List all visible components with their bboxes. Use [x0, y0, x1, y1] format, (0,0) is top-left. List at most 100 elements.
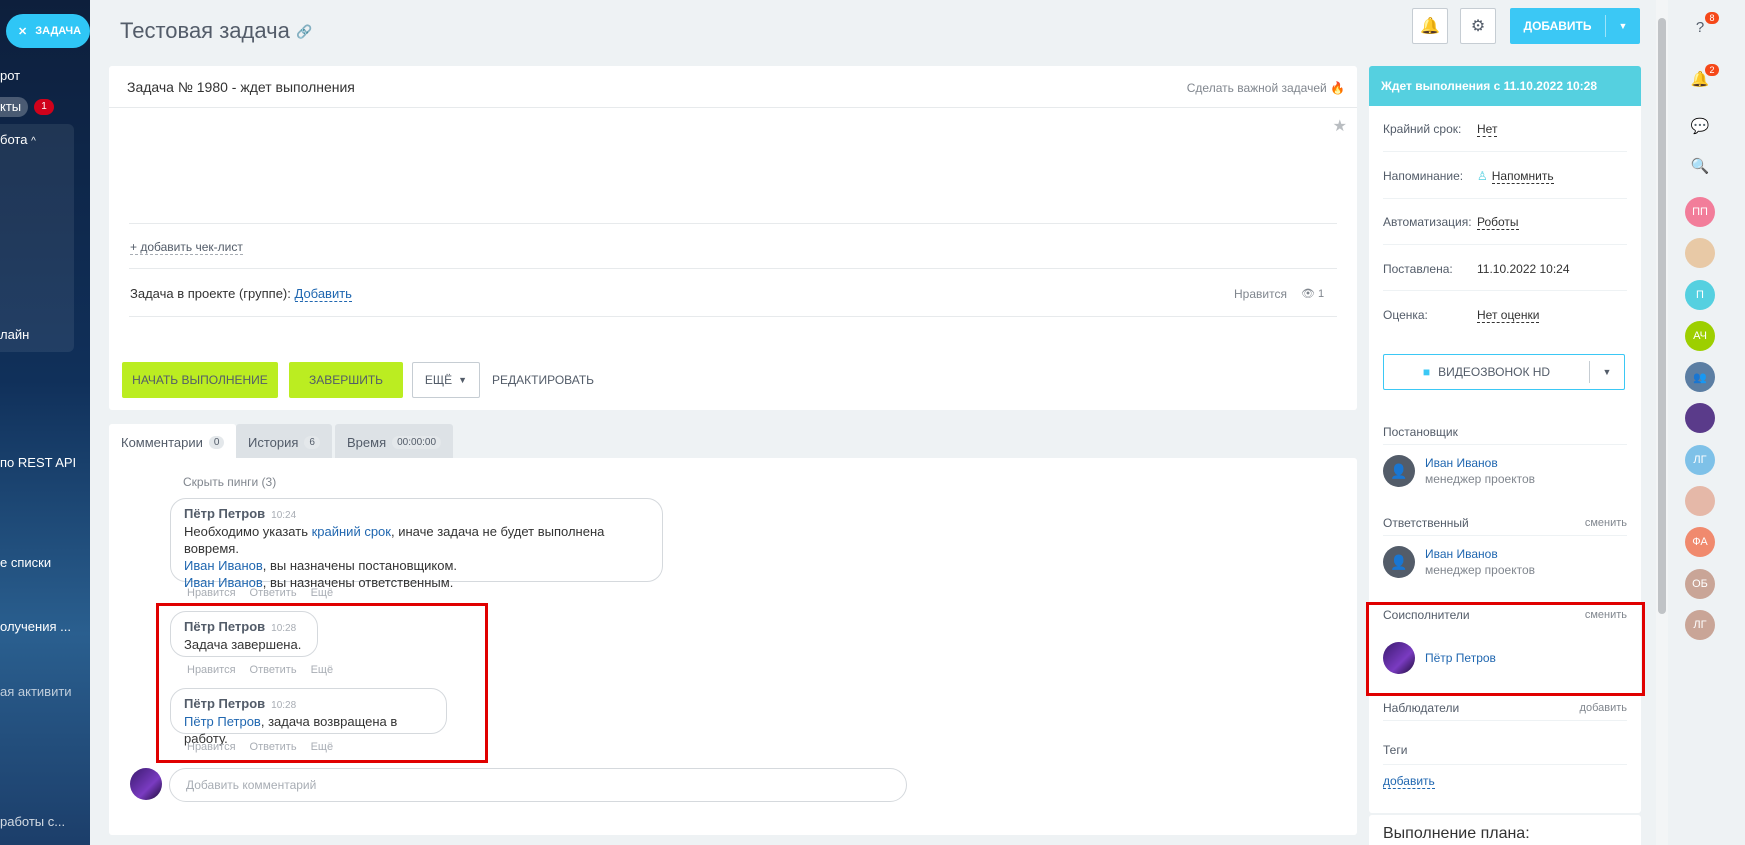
automation-row: Автоматизация: Роботы — [1383, 215, 1519, 230]
project-row: Задача в проекте (группе): Добавить — [130, 286, 352, 302]
flame-icon: 🔥 — [1330, 81, 1345, 95]
comment-author[interactable]: Пётр Петров — [184, 506, 265, 521]
sidebar-item[interactable]: кты — [0, 99, 21, 114]
rail-avatar[interactable] — [1685, 238, 1715, 268]
creator-title: Постановщик — [1383, 425, 1458, 439]
comment-reply[interactable]: Ответить — [250, 587, 297, 599]
user-icon: 👤 — [1383, 455, 1415, 487]
rail-avatar[interactable]: П — [1685, 280, 1715, 310]
left-sidebar: ✕ ЗАДАЧА рот кты 1 бота ^ лайн по REST A… — [0, 0, 90, 845]
tab-count: 00:00:00 — [392, 435, 442, 449]
page-title: Тестовая задача — [120, 18, 290, 43]
sidebar-item[interactable]: рот — [0, 68, 20, 83]
project-label: Задача в проекте (группе): — [130, 286, 291, 301]
created-value: 11.10.2022 10:24 — [1477, 262, 1570, 276]
observers-add-link[interactable]: добавить — [1580, 702, 1627, 714]
edit-button[interactable]: РЕДАКТИРОВАТЬ — [492, 373, 594, 387]
observers-title: Наблюдатели — [1383, 701, 1460, 715]
help-badge: 8 — [1705, 12, 1719, 24]
task-chip-label: ЗАДАЧА — [35, 25, 82, 37]
divider — [1383, 444, 1627, 445]
user-link[interactable]: Иван Иванов — [184, 558, 263, 573]
scrollbar-thumb[interactable] — [1658, 18, 1666, 614]
automation-value[interactable]: Роботы — [1477, 215, 1519, 230]
close-task-slider-button[interactable]: ✕ ЗАДАЧА — [6, 14, 90, 48]
divider — [1383, 535, 1627, 536]
chevron-down-icon[interactable]: ▼ — [1590, 367, 1624, 377]
deadline-value[interactable]: Нет — [1477, 122, 1498, 137]
star-icon[interactable]: ★ — [1333, 116, 1347, 136]
comment-bubble: Пётр Петров 10:24 Необходимо указать край… — [170, 498, 663, 590]
sidebar-counter-badge: 1 — [34, 99, 54, 115]
creator-name[interactable]: Иван Иванов — [1425, 456, 1535, 470]
group-icon[interactable]: 👥 — [1685, 362, 1715, 392]
rail-avatar[interactable]: ОБ — [1685, 569, 1715, 599]
close-icon: ✕ — [18, 25, 28, 38]
task-heading: Задача № 1980 - ждет выполнения — [127, 79, 355, 95]
tab-count: 6 — [304, 435, 320, 449]
more-button[interactable]: ЕЩЁ ▼ — [412, 362, 480, 398]
sidebar-item[interactable]: по REST API — [0, 455, 76, 470]
divider — [1383, 151, 1627, 152]
add-button[interactable]: ДОБАВИТЬ ▼ — [1510, 8, 1640, 44]
views-counter: 👁 1 — [1301, 288, 1325, 300]
settings-button[interactable]: ⚙ — [1460, 8, 1496, 44]
search-icon[interactable]: 🔍 — [1685, 151, 1715, 181]
reminder-value[interactable]: Напомнить — [1491, 169, 1554, 184]
sidebar-item[interactable]: олучения ... — [0, 619, 71, 634]
rail-avatar[interactable]: ФА — [1685, 527, 1715, 557]
rail-avatar[interactable] — [1685, 403, 1715, 433]
chevron-up-icon: ^ — [31, 136, 36, 147]
chevron-down-icon[interactable]: ▼ — [1606, 21, 1640, 31]
divider — [1383, 720, 1627, 721]
creator-role: менеджер проектов — [1425, 472, 1535, 486]
responsible-change-link[interactable]: сменить — [1585, 517, 1627, 529]
divider — [1383, 198, 1627, 199]
tab-history[interactable]: История 6 — [236, 424, 332, 460]
status-header: Ждет выполнения с 11.10.2022 10:28 — [1369, 66, 1641, 106]
responsible-name[interactable]: Иван Иванов — [1425, 547, 1535, 561]
link-icon[interactable]: 🔗 — [296, 24, 312, 39]
sidebar-item[interactable]: е списки — [0, 555, 51, 570]
sidebar-item[interactable]: бота ^ — [0, 132, 36, 147]
rail-avatar[interactable] — [1685, 486, 1715, 516]
sidebar-item[interactable]: работы с... — [0, 814, 65, 829]
chat-icon[interactable]: 💬 — [1685, 111, 1715, 141]
task-card: Задача № 1980 - ждет выполнения Сделать … — [109, 66, 1357, 410]
start-task-button[interactable]: НАЧАТЬ ВЫПОЛНЕНИЕ — [122, 362, 278, 398]
rail-avatar[interactable]: ПП — [1685, 197, 1715, 227]
make-important-link[interactable]: Сделать важной задачей 🔥 — [1187, 81, 1345, 95]
like-link[interactable]: Нравится — [1234, 287, 1287, 301]
notify-button[interactable]: 🔔 — [1412, 8, 1448, 44]
project-add-link[interactable]: Добавить — [294, 286, 352, 302]
highlight-box — [156, 603, 488, 763]
divider — [129, 268, 1337, 269]
rail-avatar[interactable]: ЛГ — [1685, 610, 1715, 640]
sidebar-item[interactable]: лайн — [0, 327, 29, 342]
add-checklist-link[interactable]: + добавить чек-лист — [130, 240, 243, 255]
sidebar-item[interactable]: ая активити — [0, 684, 72, 699]
deadline-link[interactable]: крайний срок — [312, 524, 391, 539]
rating-value[interactable]: Нет оценки — [1477, 308, 1540, 323]
finish-task-button[interactable]: ЗАВЕРШИТЬ — [289, 362, 403, 398]
divider — [1383, 764, 1627, 765]
camera-icon: ■ — [1422, 365, 1431, 379]
add-comment-input[interactable]: Добавить комментарий — [169, 768, 907, 802]
rail-avatar[interactable]: ЛГ — [1685, 445, 1715, 475]
rail-avatar[interactable]: АЧ — [1685, 321, 1715, 351]
video-call-button[interactable]: ■ ВИДЕОЗВОНОК HD ▼ — [1383, 354, 1625, 390]
creator-person: 👤 Иван Иванов менеджер проектов — [1383, 455, 1535, 487]
eye-icon: 👁 — [1301, 288, 1315, 300]
avatar — [130, 768, 162, 800]
tab-comments[interactable]: Комментарии 0 — [109, 424, 237, 460]
deadline-row: Крайний срок: Нет — [1383, 122, 1498, 137]
comment-like[interactable]: Нравится — [187, 587, 236, 599]
divider — [129, 316, 1337, 317]
hide-pings-link[interactable]: Скрыть пинги (3) — [183, 475, 276, 489]
created-row: Поставлена: 11.10.2022 10:24 — [1383, 262, 1570, 276]
add-tag-link[interactable]: добавить — [1383, 774, 1435, 789]
bell-icon: 🔔 — [1420, 18, 1440, 35]
comment-more[interactable]: Ещё — [311, 587, 334, 599]
divider — [109, 107, 1357, 108]
tab-time[interactable]: Время 00:00:00 — [335, 424, 454, 460]
